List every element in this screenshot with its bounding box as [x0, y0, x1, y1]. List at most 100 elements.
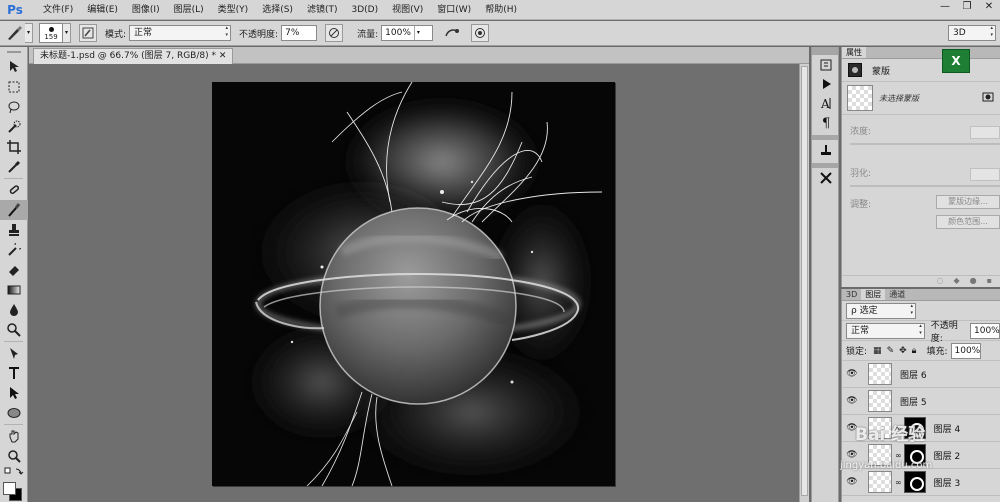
healing-brush-tool-icon[interactable]: [0, 180, 28, 200]
menu-image[interactable]: 图像(I): [125, 0, 167, 20]
apply-mask-icon[interactable]: ◆: [953, 276, 959, 287]
menu-file[interactable]: 文件(F): [36, 0, 80, 20]
menu-3d[interactable]: 3D(D): [344, 0, 385, 20]
excel-taskbar-icon[interactable]: X: [942, 49, 970, 73]
paragraph-panel-icon[interactable]: ¶: [812, 112, 840, 131]
tab-3d[interactable]: 3D: [842, 289, 861, 300]
workspace-select[interactable]: 3D: [948, 25, 996, 41]
mask-link-icon[interactable]: ∞: [895, 451, 902, 460]
character-panel-icon[interactable]: A: [812, 93, 840, 112]
flow-dropdown-arrow[interactable]: ▾: [413, 26, 422, 40]
visibility-eye-icon[interactable]: 👁︎: [844, 369, 860, 379]
brush-tool-preset-icon[interactable]: [3, 23, 25, 43]
pen-tool-icon[interactable]: [0, 343, 28, 363]
hand-tool-icon[interactable]: [0, 426, 28, 446]
layer-name[interactable]: 图层 3: [934, 476, 961, 489]
quick-selection-tool-icon[interactable]: [0, 117, 28, 137]
layer-name[interactable]: 图层 5: [900, 395, 927, 408]
layer-name[interactable]: 图层 2: [934, 449, 961, 462]
feather-slider[interactable]: [850, 185, 1000, 187]
layer-name[interactable]: 图层 6: [900, 368, 927, 381]
tab-layers[interactable]: 图层: [861, 289, 886, 300]
crop-tool-icon[interactable]: [0, 137, 28, 157]
blend-mode-select[interactable]: 正常: [846, 322, 925, 339]
toolbar-collapse-grip[interactable]: [0, 47, 28, 57]
marquee-tool-icon[interactable]: [0, 77, 28, 97]
tab-channels[interactable]: 通道: [885, 289, 909, 300]
tool-presets-panel-icon[interactable]: [812, 140, 840, 159]
add-pixel-mask-icon[interactable]: [982, 92, 994, 105]
delete-mask-icon[interactable]: ▪: [987, 276, 992, 287]
scrollbar-thumb[interactable]: [801, 66, 808, 496]
feather-input[interactable]: [970, 168, 1000, 181]
airbrush-icon[interactable]: [441, 23, 463, 43]
load-selection-icon[interactable]: ◌: [936, 276, 943, 287]
pressure-opacity-icon[interactable]: [325, 24, 344, 42]
ellipse-tool-icon[interactable]: [0, 403, 28, 423]
menu-view[interactable]: 视图(V): [385, 0, 430, 20]
brush-tool-icon[interactable]: [0, 200, 28, 220]
tools-cross-icon[interactable]: [812, 168, 840, 187]
brush-size-picker[interactable]: 159: [39, 23, 63, 43]
path-selection-tool-icon[interactable]: [0, 383, 28, 403]
mode-select[interactable]: 正常: [129, 25, 232, 41]
color-range-button[interactable]: 颜色范围...: [936, 215, 1000, 229]
layer-row[interactable]: 👁︎ 图层 6: [842, 361, 1000, 388]
foreground-color-swatch[interactable]: [3, 482, 16, 495]
lock-position-icon[interactable]: ✥: [899, 346, 907, 356]
gradient-tool-icon[interactable]: [0, 280, 28, 300]
menu-help[interactable]: 帮助(H): [478, 0, 524, 20]
history-panel-icon[interactable]: [812, 55, 840, 74]
pressure-size-icon[interactable]: [471, 24, 490, 42]
lasso-tool-icon[interactable]: [0, 97, 28, 117]
mask-link-icon[interactable]: ∞: [895, 478, 902, 487]
brush-panel-toggle-icon[interactable]: [79, 24, 97, 42]
visibility-eye-icon[interactable]: 👁︎: [844, 396, 860, 406]
layer-kind-filter[interactable]: ρ 选定: [846, 302, 916, 319]
layer-mask-thumbnail[interactable]: [903, 471, 926, 493]
swap-colors-icon[interactable]: [0, 466, 28, 478]
visibility-eye-icon[interactable]: 👁︎: [844, 450, 860, 460]
lock-transparent-icon[interactable]: ▦: [873, 346, 882, 356]
dodge-tool-icon[interactable]: [0, 320, 28, 340]
toggle-mask-visibility-icon[interactable]: ●: [970, 276, 977, 287]
layer-row[interactable]: 👁︎ ∞ 图层 3: [842, 469, 1000, 496]
opacity-input[interactable]: 7%: [281, 25, 318, 41]
lock-image-icon[interactable]: ✎: [887, 346, 895, 356]
brush-picker-dropdown-arrow[interactable]: ▾: [63, 23, 71, 43]
menu-window[interactable]: 窗口(W): [430, 0, 478, 20]
close-button[interactable]: ✕: [978, 0, 1000, 16]
menu-select[interactable]: 选择(S): [255, 0, 300, 20]
menu-filter[interactable]: 滤镜(T): [300, 0, 345, 20]
mask-edge-button[interactable]: 蒙版边缘...: [936, 195, 1000, 209]
menu-layer[interactable]: 图层(L): [167, 0, 211, 20]
history-brush-tool-icon[interactable]: [0, 240, 28, 260]
canvas-vertical-scrollbar[interactable]: [799, 64, 809, 502]
mask-thumbnail[interactable]: [847, 85, 873, 111]
clone-stamp-tool-icon[interactable]: [0, 220, 28, 240]
lock-all-icon[interactable]: 🔒︎: [912, 346, 917, 356]
eraser-tool-icon[interactable]: [0, 260, 28, 280]
layer-row[interactable]: 👁︎ 图层 5: [842, 388, 1000, 415]
blur-tool-icon[interactable]: [0, 300, 28, 320]
density-input[interactable]: [970, 126, 1000, 139]
menu-edit[interactable]: 编辑(E): [80, 0, 125, 20]
eyedropper-tool-icon[interactable]: [0, 157, 28, 177]
layer-opacity-input[interactable]: 100%: [970, 322, 1000, 339]
flow-input[interactable]: 100% ▾: [381, 25, 434, 41]
fill-input[interactable]: 100%: [950, 342, 981, 359]
move-tool-icon[interactable]: [0, 57, 28, 77]
actions-play-icon[interactable]: [812, 74, 840, 93]
visibility-eye-icon[interactable]: 👁︎: [844, 477, 860, 487]
density-slider[interactable]: [850, 143, 1000, 145]
menu-type[interactable]: 类型(Y): [211, 0, 256, 20]
type-tool-icon[interactable]: [0, 363, 28, 383]
close-tab-icon[interactable]: ✕: [219, 51, 227, 61]
zoom-tool-icon[interactable]: [0, 446, 28, 466]
minimize-button[interactable]: —: [934, 0, 956, 16]
restore-button[interactable]: ❐: [956, 0, 978, 16]
dock-grip[interactable]: [812, 47, 838, 55]
canvas-area[interactable]: [29, 64, 799, 502]
document-tab[interactable]: 未标题-1.psd @ 66.7% (图层 7, RGB/8) * ✕: [33, 48, 234, 64]
tab-properties[interactable]: 属性: [842, 47, 866, 58]
